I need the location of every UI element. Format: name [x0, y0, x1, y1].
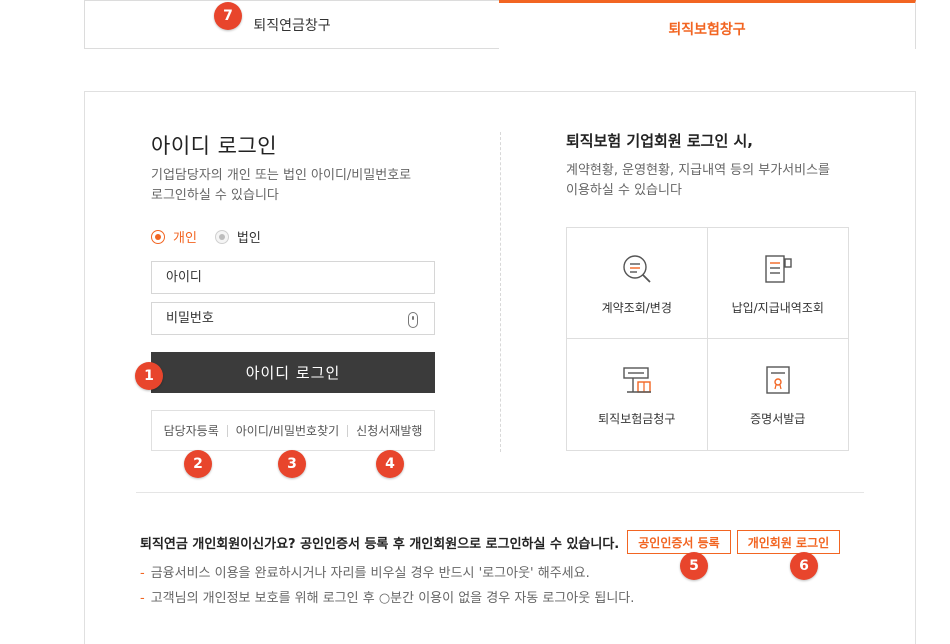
- personal-member-notice-text: 퇴직연금 개인회원이신가요? 공인인증서 등록 후 개인회원으로 로그인하실 수…: [140, 536, 620, 552]
- corporate-benefits-description: 계약현황, 운영현황, 지급내역 등의 부가서비스를 이용하실 수 있습니다: [566, 163, 830, 198]
- notice-bullet-logout: - 금융서비스 이용을 완료하시거나 자리를 비우실 경우 반드시 '로그아웃' …: [140, 566, 590, 581]
- service-certificate-issue[interactable]: 증명서발급: [708, 339, 849, 450]
- service-payment-history[interactable]: 납입/지급내역조회: [707, 228, 848, 339]
- id-field-wrapper: [151, 261, 435, 294]
- personal-login-button[interactable]: 개인회원 로그인: [736, 530, 841, 554]
- id-login-button[interactable]: 아이디 로그인: [151, 352, 435, 393]
- find-id-password-link[interactable]: 아이디/비밀번호찾기: [228, 422, 347, 439]
- id-input[interactable]: [152, 262, 434, 293]
- payment-history-icon: [765, 254, 792, 283]
- service-certificate-issue-label: 증명서발급: [750, 412, 806, 426]
- service-insurance-claim[interactable]: 퇴직보험금청구: [567, 339, 708, 450]
- member-type-radio-group: 개인 법인: [151, 227, 261, 246]
- horizontal-divider: [136, 492, 864, 493]
- tab-insurance-label: 퇴직보험창구: [668, 22, 746, 38]
- notice-bullet-auto-logout-text: 고객님의 개인정보 보호를 위해 로그인 후 ○분간 이용이 없을 경우 자동 …: [150, 591, 635, 606]
- register-certificate-button[interactable]: 공인인증서 등록: [627, 530, 731, 554]
- login-description: 기업담당자의 개인 또는 법인 아이디/비밀번호로 로그인하실 수 있습니다: [151, 168, 412, 203]
- annotation-badge-1: 1: [135, 362, 163, 390]
- tab-pension-label: 퇴직연금창구: [253, 17, 331, 34]
- service-contract-inquiry[interactable]: 계약조회/변경: [567, 228, 708, 339]
- radio-personal[interactable]: 개인: [151, 227, 197, 246]
- notice-bullet-auto-logout: - 고객님의 개인정보 보호를 위해 로그인 후 ○분간 이용이 없을 경우 자동…: [140, 591, 635, 606]
- corporate-benefits-title: 퇴직보험 기업회원 로그인 시,: [566, 132, 753, 150]
- login-title: 아이디 로그인: [151, 134, 278, 158]
- tab-pension-window[interactable]: 퇴직연금창구: [84, 0, 500, 49]
- service-payment-history-label: 납입/지급내역조회: [731, 300, 824, 315]
- tab-insurance-window[interactable]: 퇴직보험창구: [499, 0, 916, 49]
- service-grid: 계약조회/변경 납입/지급내역조회 퇴직보험금청구 증명서발급: [566, 227, 849, 451]
- password-field-wrapper: [151, 302, 435, 335]
- radio-personal-label: 개인: [173, 231, 197, 246]
- radio-personal-indicator[interactable]: [151, 229, 165, 244]
- personal-member-notice: 퇴직연금 개인회원이신가요? 공인인증서 등록 후 개인회원으로 로그인하실 수…: [140, 530, 846, 554]
- service-insurance-claim-label: 퇴직보험금청구: [598, 412, 676, 426]
- vertical-divider: [500, 132, 501, 452]
- mouse-input-icon[interactable]: [408, 312, 418, 328]
- annotation-badge-2: 2: [184, 450, 212, 478]
- claim-terminal-icon: [623, 367, 651, 393]
- notice-bullet-logout-text: 금융서비스 이용을 완료하시거나 자리를 비우실 경우 반드시 '로그아웃' 해…: [150, 566, 590, 581]
- annotation-badge-3: 3: [278, 450, 306, 478]
- annotation-badge-6: 6: [790, 552, 818, 580]
- reissue-application-link[interactable]: 신청서재발행: [348, 422, 430, 439]
- annotation-badge-4: 4: [376, 450, 404, 478]
- search-document-icon: [623, 254, 651, 283]
- radio-corporate-label: 법인: [236, 231, 261, 246]
- password-input[interactable]: [152, 303, 434, 334]
- radio-corporate-indicator[interactable]: [214, 229, 229, 244]
- annotation-badge-5: 5: [680, 552, 708, 580]
- register-manager-link[interactable]: 담당자등록: [156, 422, 227, 439]
- certificate-icon: [766, 366, 790, 394]
- annotation-badge-7: 7: [214, 2, 242, 30]
- login-helper-links: 담당자등록 아이디/비밀번호찾기 신청서재발행: [151, 410, 435, 451]
- radio-corporate[interactable]: 법인: [214, 227, 261, 246]
- service-contract-inquiry-label: 계약조회/변경: [601, 300, 672, 315]
